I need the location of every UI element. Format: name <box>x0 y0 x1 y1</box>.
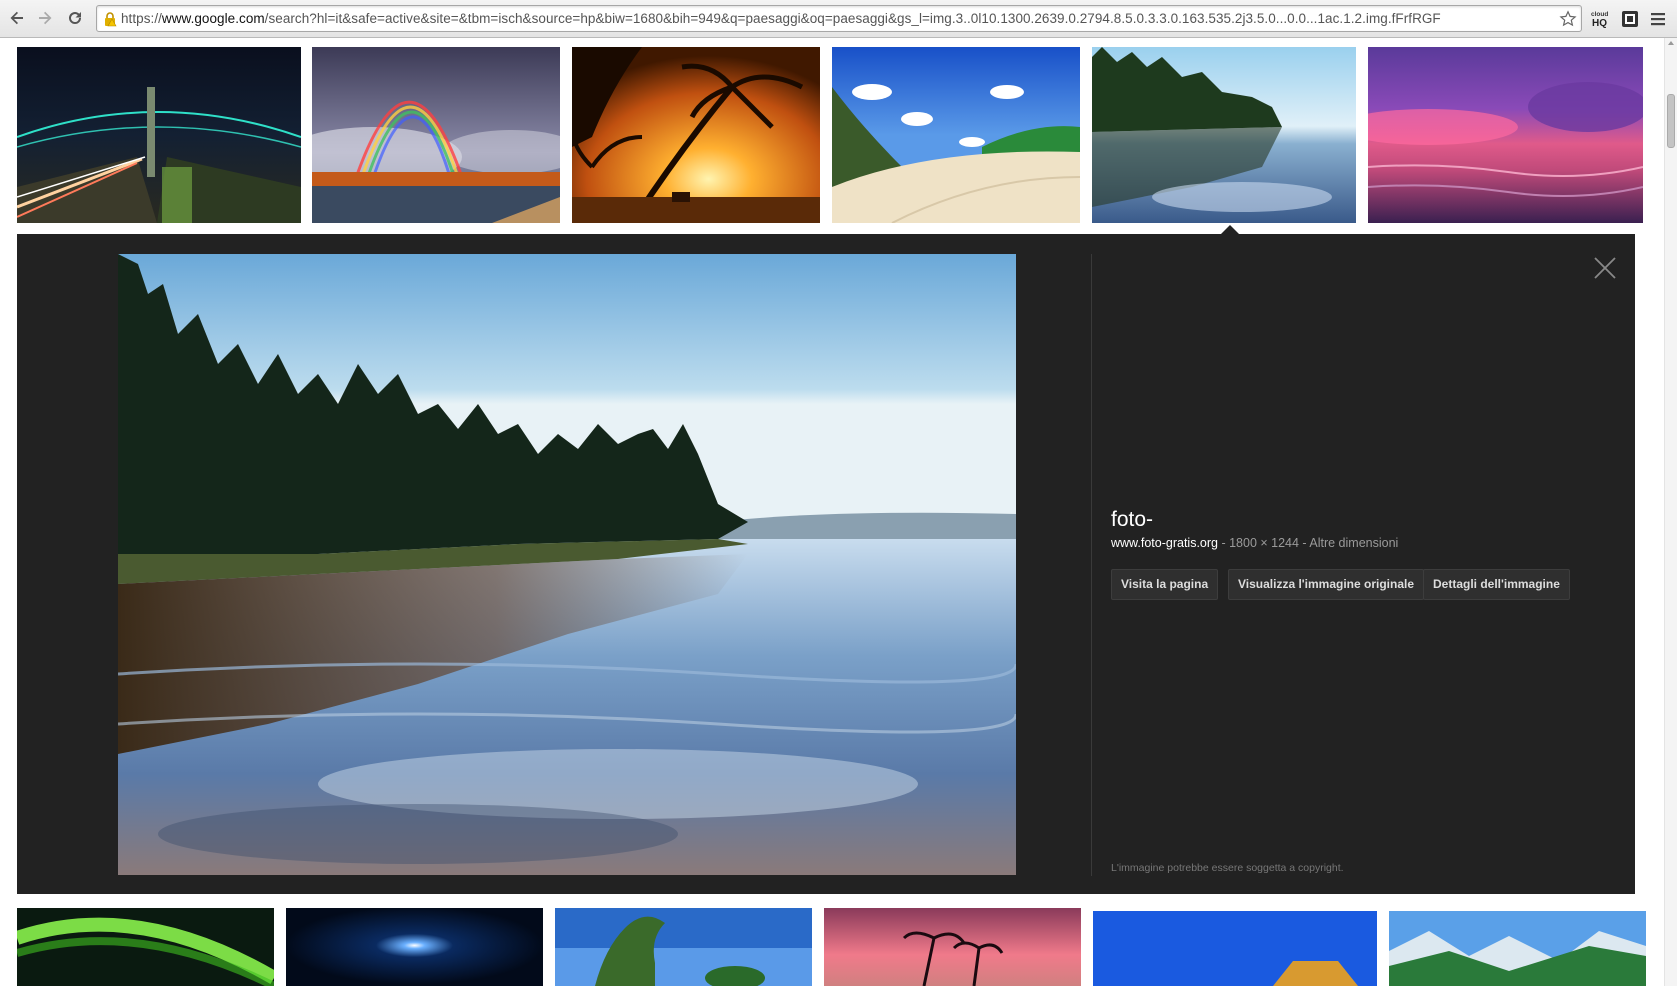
lake-forest-thumbnail[interactable] <box>1092 47 1356 223</box>
extension-label: HQ <box>1592 18 1607 29</box>
tree-sky-thumbnail[interactable] <box>555 908 812 986</box>
forward-arrow-icon <box>39 11 52 25</box>
night-bridge-thumbnail[interactable] <box>17 47 301 223</box>
night-star-thumbnail[interactable] <box>286 908 543 986</box>
blue-sky-roof-thumbnail[interactable] <box>1093 911 1377 989</box>
fjord-mountains-thumbnail[interactable] <box>1389 911 1646 989</box>
image-meta: www.foto-gratis.org - 1800 × 1244 - Altr… <box>1111 536 1398 550</box>
forward-button[interactable] <box>32 6 58 30</box>
screen-capture-extension-button[interactable] <box>1617 7 1643 31</box>
back-arrow-icon <box>10 11 23 25</box>
screen-capture-icon <box>1622 11 1638 27</box>
image-title: foto- <box>1111 508 1154 531</box>
reload-icon <box>69 12 81 24</box>
back-button[interactable] <box>4 6 30 30</box>
cloudhq-icon: cloud HQ <box>1591 11 1608 29</box>
image-details-button[interactable]: Dettagli dell'immagine <box>1423 569 1570 600</box>
palm-sunset-thumbnail[interactable] <box>572 47 820 223</box>
image-preview-panel: foto- www.foto-gratis.org - 1800 × 1244 … <box>17 234 1635 894</box>
preview-pointer <box>1221 225 1239 234</box>
preview-divider <box>1091 254 1092 876</box>
scroll-up-arrow-icon[interactable] <box>1668 41 1674 45</box>
aurora-thumbnail[interactable] <box>17 908 274 986</box>
address-bar[interactable]: https://www.google.com/search?hl=it&safe… <box>96 5 1582 32</box>
reload-button[interactable] <box>62 6 88 30</box>
source-site-link[interactable]: www.foto-gratis.org <box>1111 536 1218 550</box>
lock-warning-icon <box>105 12 117 27</box>
copyright-notice: L'immagine potrebbe essere soggetta a co… <box>1111 862 1344 874</box>
url-text: https://www.google.com/search?hl=it&safe… <box>121 11 1441 26</box>
view-original-button[interactable]: Visualizza l'immagine originale <box>1228 569 1425 600</box>
purple-sea-thumbnail[interactable] <box>1368 47 1643 223</box>
page-scrollbar[interactable] <box>1664 38 1677 986</box>
cloudhq-extension-button[interactable]: cloud HQ <box>1587 7 1613 31</box>
image-dimensions: - 1800 × 1244 - <box>1217 536 1310 550</box>
close-preview-icon[interactable] <box>1592 255 1618 281</box>
chrome-menu-button[interactable] <box>1645 7 1671 31</box>
svg-text:cloud: cloud <box>1591 11 1608 18</box>
visit-page-button[interactable]: Visita la pagina <box>1111 569 1219 600</box>
rainbow-thumbnail[interactable] <box>312 47 560 223</box>
more-sizes-link[interactable]: Altre dimensioni <box>1309 536 1398 550</box>
preview-image[interactable] <box>118 254 1016 875</box>
hamburger-menu-icon <box>1651 13 1665 26</box>
bookmark-star-icon[interactable] <box>1559 10 1577 28</box>
pink-palms-thumbnail[interactable] <box>824 908 1081 986</box>
browser-toolbar: https://www.google.com/search?hl=it&safe… <box>0 0 1677 38</box>
dunes-thumbnail[interactable] <box>832 47 1080 223</box>
scroll-thumb[interactable] <box>1667 94 1675 148</box>
